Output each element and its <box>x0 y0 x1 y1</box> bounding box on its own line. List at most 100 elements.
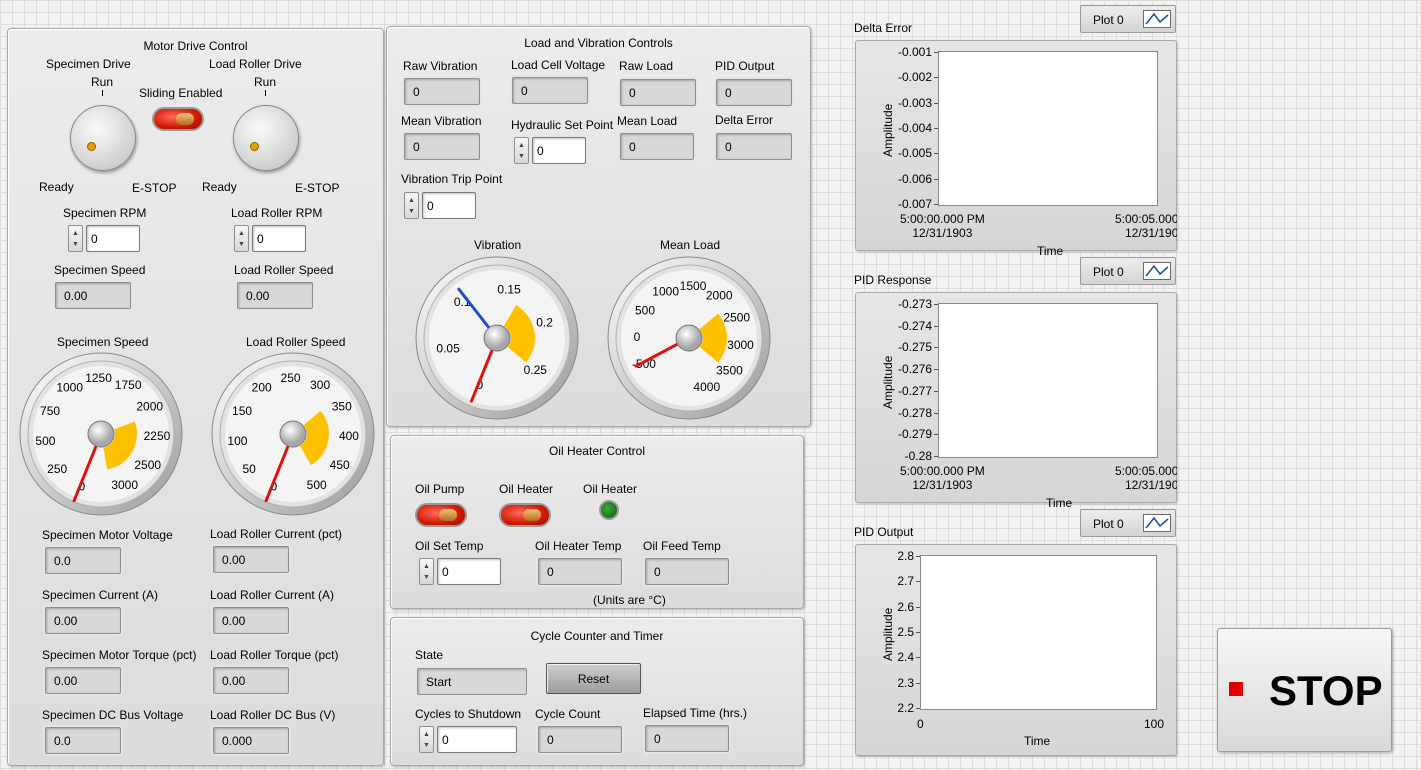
gauge-tick-label: 500 <box>35 434 55 448</box>
specimen-dc-bus-label: Specimen DC Bus Voltage <box>42 708 184 722</box>
delta-error-x-end-time: 5:00:05.000 P <box>1115 212 1177 226</box>
specimen-rpm-input[interactable]: 0 <box>86 225 140 252</box>
delta-error-x-end-date: 12/31/1903 <box>1125 226 1177 240</box>
specimen-dc-bus-indicator: 0.0 <box>45 727 121 754</box>
oil-heater-status-label: Oil Heater <box>583 482 638 496</box>
pid-response-legend-name: Plot 0 <box>1093 265 1124 279</box>
y-tick <box>934 52 938 53</box>
gauge-tick-label: 250 <box>281 371 301 385</box>
gauge-tick-label: 3000 <box>727 338 754 352</box>
specimen-rpm-spinner[interactable]: ▲ ▼ <box>68 225 83 252</box>
cycles-to-shutdown-spinner[interactable]: ▲ ▼ <box>419 726 434 753</box>
vibration-trip-point-input[interactable]: 0 <box>422 192 476 219</box>
specimen-drive-label: Specimen Drive <box>46 57 131 71</box>
y-tick-label: -0.279 <box>897 427 932 442</box>
plot-line-icon <box>1143 514 1171 532</box>
specimen-rpm-label: Specimen RPM <box>63 206 147 220</box>
oil-pump-led[interactable] <box>415 503 467 527</box>
gauge-tick-label: 350 <box>332 399 352 413</box>
oil-heater-led[interactable] <box>499 503 551 527</box>
y-tick <box>934 347 938 349</box>
load-roller-current-a-indicator: 0.00 <box>213 607 289 634</box>
load-roller-rpm-control[interactable]: ▲ ▼ 0 <box>234 225 306 252</box>
specimen-rpm-control[interactable]: ▲ ▼ 0 <box>68 225 140 252</box>
pid-output-plot-area <box>920 555 1157 710</box>
delta-error-legend[interactable]: Plot 0 <box>1080 5 1176 33</box>
specimen-speed-indicator: 0.00 <box>55 282 131 309</box>
load-roller-speed-gauge-title: Load Roller Speed <box>246 335 346 349</box>
cycles-to-shutdown-control[interactable]: ▲ ▼ 0 <box>419 726 517 753</box>
specimen-motor-voltage-label: Specimen Motor Voltage <box>42 528 173 542</box>
y-tick <box>934 369 938 371</box>
pid-response-x-end-time: 5:00:05.000 P <box>1115 464 1177 478</box>
specimen-drive-knob[interactable] <box>70 105 136 171</box>
gauge-tick-label: 0.05 <box>436 341 460 355</box>
delta-error-time-label: Time <box>1037 244 1064 258</box>
vibration-trip-point-label: Vibration Trip Point <box>401 172 503 186</box>
gauge-tick-label: 1500 <box>680 279 707 293</box>
gauge-tick-label: -500 <box>632 357 656 371</box>
pid-response-legend[interactable]: Plot 0 <box>1080 257 1176 285</box>
reset-button[interactable]: Reset <box>546 663 641 694</box>
load-vibration-title: Load and Vibration Controls <box>524 36 673 50</box>
elapsed-time-indicator: 0 <box>645 725 729 752</box>
mean-load-indicator: 0 <box>620 133 694 160</box>
specimen-knob-tick-top <box>102 90 103 96</box>
load-roller-speed-indicator: 0.00 <box>237 282 313 309</box>
hydraulic-set-point-input[interactable]: 0 <box>532 137 586 164</box>
y-tick <box>934 178 938 180</box>
oil-heater-label: Oil Heater <box>499 482 554 496</box>
delta-error-x-start-time: 5:00:00.000 PM <box>900 212 985 226</box>
oil-pump-label: Oil Pump <box>415 482 465 496</box>
y-tick <box>916 581 920 583</box>
hydraulic-set-point-control[interactable]: ▲ ▼ 0 <box>514 137 586 164</box>
pid-output-x-end: 100 <box>1144 717 1165 731</box>
pid-response-x-start-time: 5:00:00.000 PM <box>900 464 985 478</box>
gauge-hub <box>483 324 511 352</box>
gauge-tick-label: 3000 <box>111 478 138 492</box>
sliding-enabled-led[interactable] <box>152 107 204 131</box>
vibration-trip-point-spinner[interactable]: ▲ ▼ <box>404 192 419 219</box>
y-tick <box>934 434 938 436</box>
vibration-gauge-title: Vibration <box>474 238 522 252</box>
gauge-tick-label: 300 <box>310 378 330 392</box>
specimen-current-indicator: 0.00 <box>45 607 121 634</box>
delta-error-graph: -0.001 -0.002 -0.003 -0.004 -0.005 -0.006 -0.0… <box>855 40 1177 258</box>
gauge-hub <box>279 420 307 448</box>
oil-heater-temp-label: Oil Heater Temp <box>535 539 622 553</box>
gauge-hub <box>87 420 115 448</box>
cycle-count-indicator: 0 <box>538 726 622 753</box>
cycles-to-shutdown-input[interactable]: 0 <box>437 726 517 753</box>
load-roller-rpm-spinner[interactable]: ▲ ▼ <box>234 225 249 252</box>
y-tick <box>916 632 920 633</box>
specimen-motor-voltage-indicator: 0.0 <box>45 547 121 574</box>
pid-output-label: PID Output <box>715 59 775 73</box>
gauge-tick-label: 1000 <box>652 285 679 299</box>
delta-error-plot-area <box>938 51 1158 206</box>
load-roller-torque-label: Load Roller Torque (pct) <box>210 648 339 662</box>
oil-set-temp-input[interactable]: 0 <box>437 558 501 585</box>
stop-indicator-icon <box>1229 682 1243 696</box>
pid-output-amplitude-label: Amplitude <box>881 607 895 661</box>
load-roller-drive-knob[interactable] <box>233 105 299 171</box>
stop-button[interactable]: STOP <box>1217 628 1392 752</box>
hydraulic-set-point-spinner[interactable]: ▲ ▼ <box>514 137 529 164</box>
gauge-tick-label: 100 <box>227 434 247 448</box>
pid-output-legend-name: Plot 0 <box>1093 517 1124 531</box>
oil-set-temp-label: Oil Set Temp <box>415 539 484 553</box>
raw-vibration-label: Raw Vibration <box>403 59 478 73</box>
y-tick-label: -0.275 <box>897 340 932 355</box>
vibration-trip-point-control[interactable]: ▲ ▼ 0 <box>404 192 476 219</box>
pid-response-graph: -0.273 -0.274 -0.275 -0.276 -0.277 -0.278 -0.2… <box>855 292 1177 510</box>
specimen-estop-label: E-STOP <box>132 181 177 195</box>
load-roller-rpm-input[interactable]: 0 <box>252 225 306 252</box>
gauge-tick-label: 500 <box>635 303 655 317</box>
pid-response-plot-area <box>938 303 1158 458</box>
elapsed-time-label: Elapsed Time (hrs.) <box>643 706 748 720</box>
oil-set-temp-spinner[interactable]: ▲ ▼ <box>419 558 434 585</box>
oil-set-temp-control[interactable]: ▲ ▼ 0 <box>419 558 501 585</box>
pid-output-legend[interactable]: Plot 0 <box>1080 509 1176 537</box>
pid-output-indicator: 0 <box>716 79 792 106</box>
y-tick-label: 2.3 <box>897 675 914 690</box>
mean-vibration-label: Mean Vibration <box>401 114 482 128</box>
